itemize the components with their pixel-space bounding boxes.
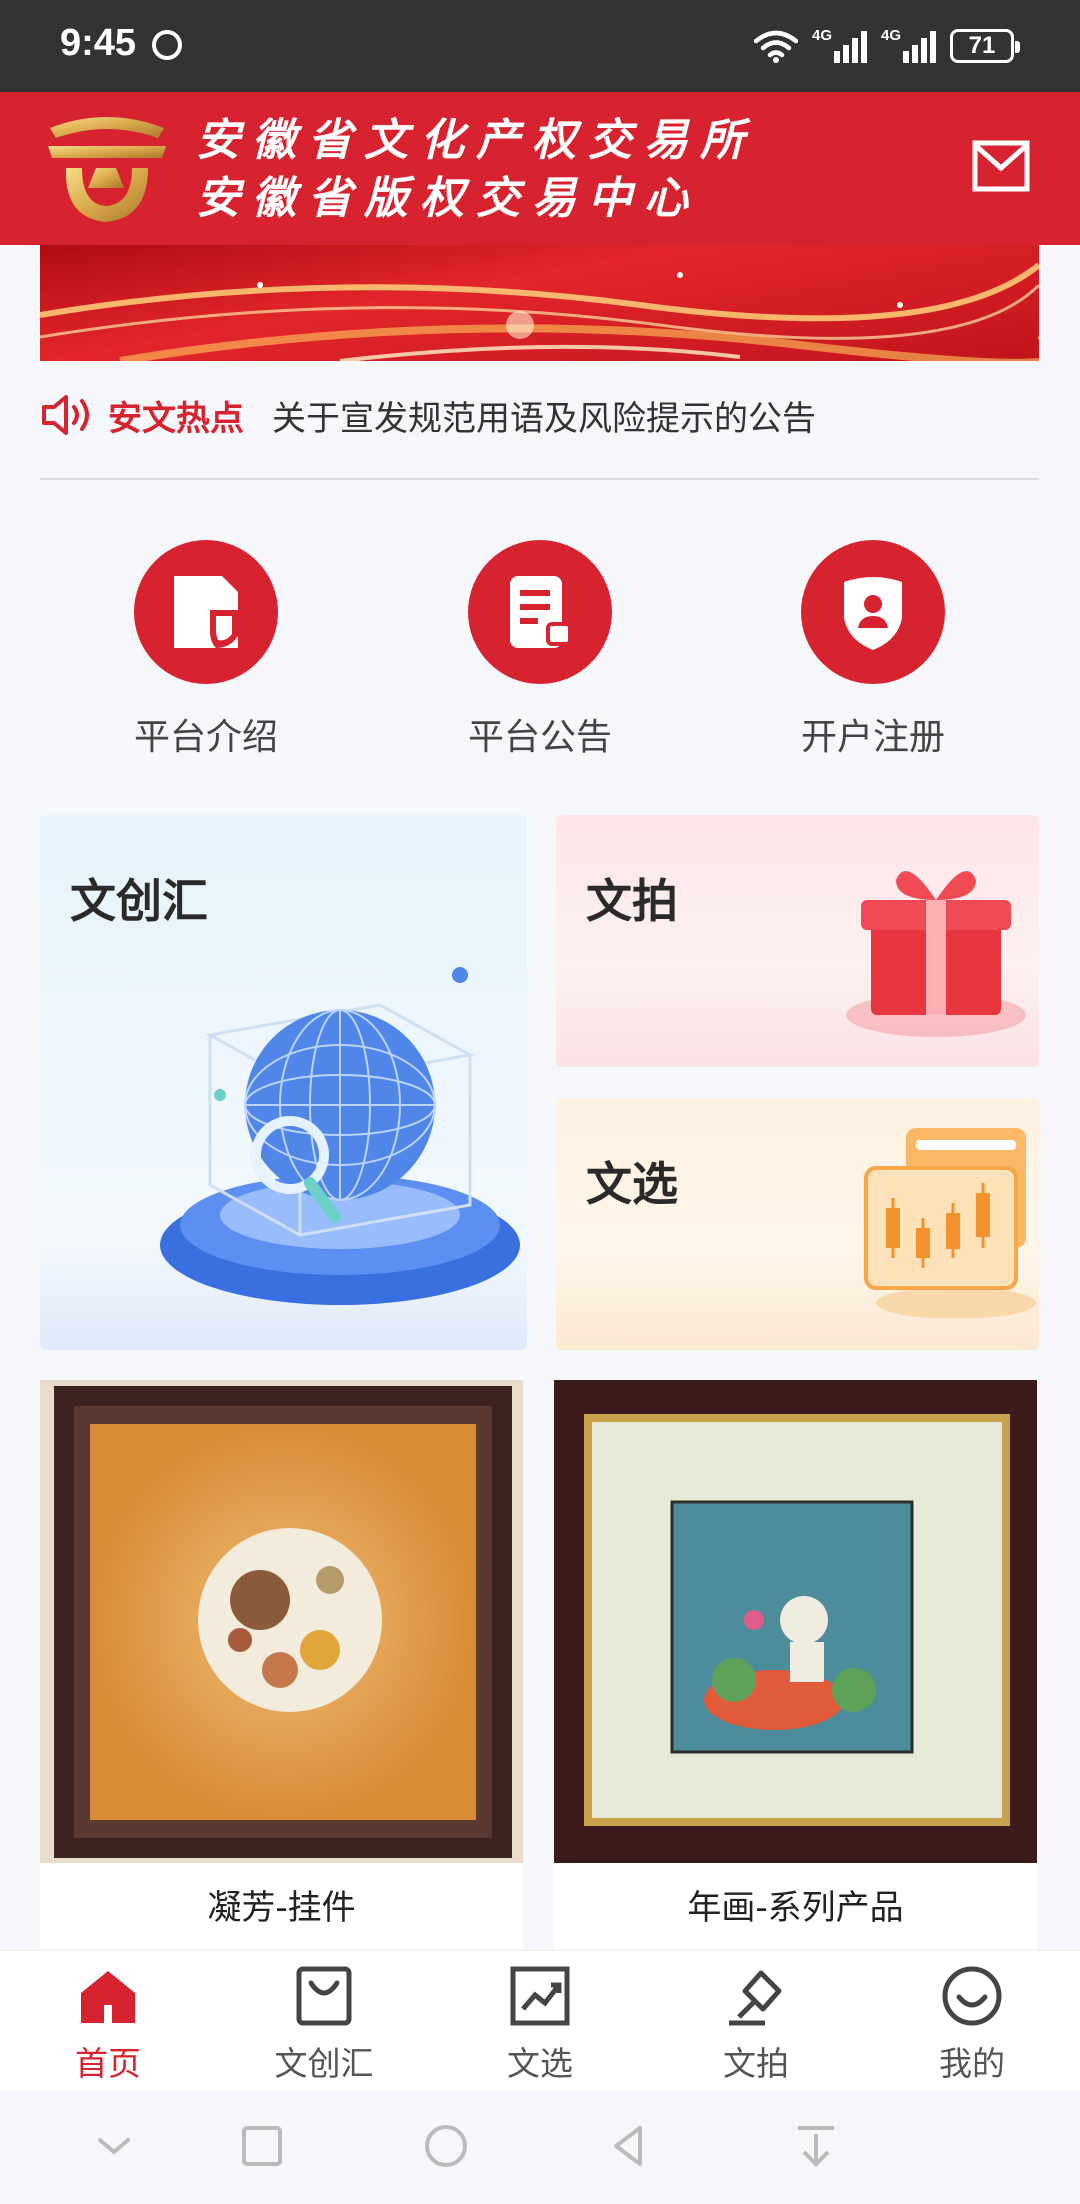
header-title-line2: 安徽省版权交易中心 xyxy=(196,173,700,224)
tab-label: 我的 xyxy=(939,2044,1005,2083)
product-name: 年画-系列产品 xyxy=(687,1888,904,1928)
app-header: 安徽省文化产权交易所 安徽省版权交易中心 xyxy=(0,92,1080,245)
banner-carousel[interactable] xyxy=(40,245,1039,361)
network-type: 4G xyxy=(881,27,902,44)
feature-card-title: 文拍 xyxy=(586,874,678,928)
banner-image xyxy=(40,262,1039,361)
home-icon xyxy=(81,1971,135,2023)
status-time: 9:45 xyxy=(60,22,137,64)
divider xyxy=(40,478,1039,480)
chevron-down-icon[interactable] xyxy=(88,2120,140,2172)
smile-icon xyxy=(942,1966,1002,2026)
hot-news-label: 安文热点 xyxy=(108,398,244,439)
chart-icon xyxy=(510,1966,570,2026)
feature-card-wenpai[interactable]: 文拍 xyxy=(556,815,1039,1067)
wifi-icon xyxy=(754,30,798,63)
tab-label: 文创汇 xyxy=(274,2044,374,2083)
tab-wenpai[interactable]: 文拍 xyxy=(648,1965,864,2085)
signal-icon: 4G xyxy=(881,27,936,63)
quick-link-circle xyxy=(134,540,278,684)
back-icon[interactable] xyxy=(604,2120,656,2172)
feature-card-title: 文选 xyxy=(586,1157,678,1211)
system-nav-bar xyxy=(0,2090,1080,2204)
gavel-icon xyxy=(729,1970,782,2026)
gift-illustration xyxy=(846,871,1026,1037)
speaker-icon xyxy=(42,395,89,435)
bag-icon xyxy=(296,1966,352,2026)
network-type: 4G xyxy=(812,27,833,44)
home-nav-icon[interactable] xyxy=(420,2120,472,2172)
quick-link-label: 开户注册 xyxy=(800,717,945,758)
stock-chart-illustration xyxy=(864,1128,1036,1318)
status-bar: 9:45 4G 4G 71 xyxy=(0,0,1080,92)
quick-link-label: 平台介绍 xyxy=(133,717,278,758)
notice-icon xyxy=(510,576,572,648)
tab-wenxuan[interactable]: 文选 xyxy=(432,1965,648,2085)
notification-pull-icon[interactable] xyxy=(790,2120,842,2172)
document-icon xyxy=(174,576,238,648)
tab-wenchuanghui[interactable]: 文创汇 xyxy=(216,1965,432,2085)
tab-label: 首页 xyxy=(75,2044,141,2083)
user-shield-icon xyxy=(844,577,902,650)
header-title-line1: 安徽省文化产权交易所 xyxy=(196,115,756,166)
product-name: 凝芳-挂件 xyxy=(207,1888,356,1928)
quick-link-label: 平台公告 xyxy=(467,717,612,758)
quick-link-register[interactable]: 开户注册 xyxy=(743,540,1003,760)
product-card[interactable]: 年画-系列产品 xyxy=(554,1380,1037,1950)
globe-illustration xyxy=(160,967,520,1305)
tab-home[interactable]: 首页 xyxy=(0,1965,216,2085)
tab-mine[interactable]: 我的 xyxy=(864,1965,1080,2085)
signal-icon: 4G xyxy=(812,27,867,63)
product-image xyxy=(554,1380,1037,1863)
hot-news-bar[interactable]: 安文热点 关于宣发规范用语及风险提示的公告 xyxy=(40,385,1039,445)
feature-card-title: 文创汇 xyxy=(70,874,208,928)
mail-icon[interactable] xyxy=(972,140,1030,192)
battery-level: 71 xyxy=(968,32,996,59)
battery-icon: 71 xyxy=(950,29,1020,63)
recent-apps-icon[interactable] xyxy=(236,2120,288,2172)
status-indicators: 4G 4G 71 xyxy=(754,26,1020,66)
quick-link-platform-intro[interactable]: 平台介绍 xyxy=(76,540,336,760)
quick-link-circle xyxy=(801,540,945,684)
product-card[interactable]: 凝芳-挂件 xyxy=(40,1380,523,1950)
logo-icon xyxy=(48,117,166,222)
tab-label: 文选 xyxy=(507,2044,573,2083)
feature-card-wenchuanghui[interactable]: 文创汇 xyxy=(40,815,527,1350)
quick-link-circle xyxy=(468,540,612,684)
tab-label: 文拍 xyxy=(723,2044,789,2083)
header-titles: 安徽省文化产权交易所 安徽省版权交易中心 xyxy=(196,112,756,228)
bottom-tab-bar: 首页 文创汇 文选 文拍 我的 xyxy=(0,1950,1080,2090)
feature-card-wenxuan[interactable]: 文选 xyxy=(556,1098,1039,1350)
hot-news-text[interactable]: 关于宣发规范用语及风险提示的公告 xyxy=(272,391,816,440)
quick-link-platform-notice[interactable]: 平台公告 xyxy=(410,540,670,760)
clock-icon xyxy=(152,30,182,60)
product-image xyxy=(40,1380,523,1863)
quick-links: 平台介绍 平台公告 开户注册 xyxy=(0,540,1080,760)
